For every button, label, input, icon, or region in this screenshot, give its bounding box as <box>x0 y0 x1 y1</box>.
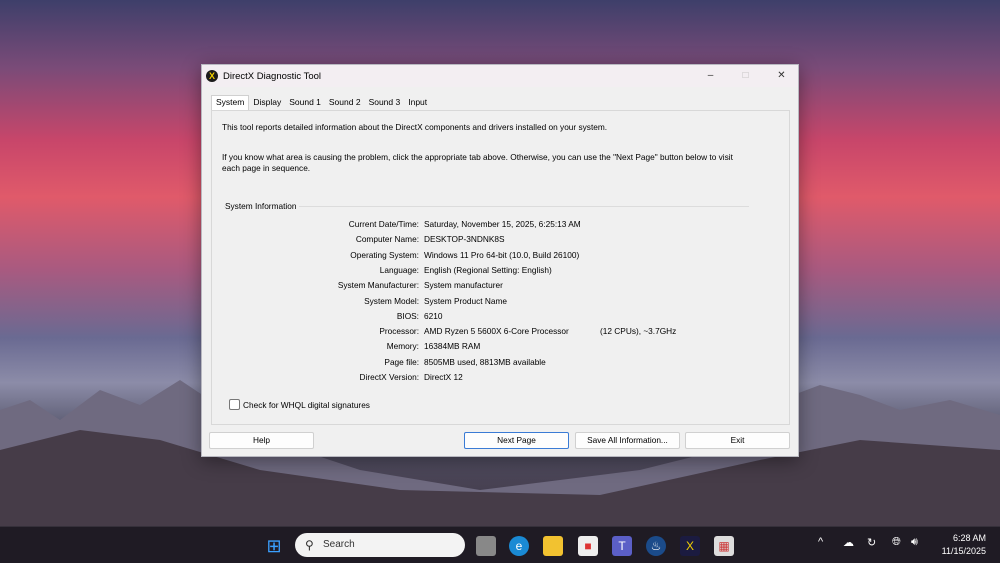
minimize-button[interactable]: – <box>692 65 729 87</box>
info-value-extra: (12 CPUs), ~3.7GHz <box>600 326 677 337</box>
file-explorer-icon[interactable] <box>543 536 563 556</box>
time: 6:28 AM <box>952 533 986 543</box>
cloud-icon[interactable]: ☁ <box>843 536 854 549</box>
dxdiag-taskbar-icon[interactable]: X <box>680 536 700 556</box>
info-value: Saturday, November 15, 2025, 6:25:13 AM <box>424 219 581 229</box>
network-icon[interactable]: 🌐︎ <box>892 536 901 549</box>
maximize-button[interactable]: □ <box>727 65 764 87</box>
tab-system[interactable]: System <box>211 95 250 110</box>
info-value: DESKTOP-3NDNK8S <box>424 234 505 245</box>
info-label: System Model: <box>364 295 419 306</box>
tab-sound-2[interactable]: Sound 2 <box>325 96 365 110</box>
checkbox-box[interactable] <box>229 399 240 410</box>
tab-sound-3[interactable]: Sound 3 <box>365 96 405 110</box>
close-button[interactable]: ✕ <box>763 65 800 87</box>
info-label: Language: <box>379 264 419 275</box>
task-view-icon[interactable] <box>476 536 496 556</box>
intro-text: This tool reports detailed information a… <box>222 122 608 132</box>
edge-icon[interactable]: e <box>509 536 529 556</box>
volume-icon[interactable]: 🔊︎ <box>911 536 918 549</box>
info-label: Memory: <box>386 341 419 352</box>
dxdiag-window: X DirectX Diagnostic Tool – □ ✕ System D… <box>201 64 799 457</box>
info-value: Windows 11 Pro 64-bit (10.0, Build 26100… <box>424 249 580 260</box>
date: 11/15/2025 <box>941 546 986 556</box>
chevron-up-icon[interactable]: ^ <box>818 536 823 548</box>
save-all-information-button[interactable]: Save All Information... <box>575 432 680 449</box>
help-button[interactable]: Help <box>209 432 314 449</box>
exit-button[interactable]: Exit <box>685 432 790 449</box>
info-label: Operating System: <box>350 249 419 260</box>
clock[interactable]: 6:28 AM 11/15/2025 <box>942 532 986 558</box>
tab-sound-1[interactable]: Sound 1 <box>285 96 325 110</box>
sync-icon[interactable]: ↻ <box>867 536 876 549</box>
next-page-button[interactable]: Next Page <box>464 432 569 449</box>
group-divider <box>224 206 749 207</box>
info-value: DirectX 12 <box>424 372 463 382</box>
info-value: 16384MB RAM <box>424 341 481 352</box>
tab-display[interactable]: Display <box>249 96 285 110</box>
search-placeholder: Search <box>323 539 355 550</box>
whql-label: Check for WHQL digital signatures <box>243 399 370 410</box>
system-information-heading: System Information <box>225 201 300 211</box>
info-value: System Product Name <box>424 295 507 306</box>
directx-icon: X <box>206 70 218 82</box>
info-value: System manufacturer <box>424 280 503 291</box>
store-icon[interactable]: ■ <box>578 536 598 556</box>
info-label: Computer Name: <box>355 234 419 245</box>
whql-checkbox[interactable]: Check for WHQL digital signatures <box>229 399 370 410</box>
info-label: BIOS: <box>396 310 419 321</box>
info-value: English (Regional Setting: English) <box>424 264 552 275</box>
teams-icon[interactable]: T <box>612 536 632 556</box>
steam-icon[interactable]: ♨ <box>646 536 666 556</box>
info-label: DirectX Version: <box>359 372 419 382</box>
taskbar: ⊞ ⚲ Search e ■ T ♨ X ▦ ^ ☁ ↻ 🌐︎ 🔊︎ 6:28 A… <box>0 526 1000 563</box>
tab-input[interactable]: Input <box>404 96 431 110</box>
taskbar-search[interactable]: ⚲ Search <box>295 533 465 557</box>
info-value: AMD Ryzen 5 5600X 6-Core Processor <box>424 326 569 337</box>
instructions-text: If you know what area is causing the pro… <box>222 152 733 162</box>
info-label: System Manufacturer: <box>337 280 419 291</box>
app-icon[interactable]: ▦ <box>714 536 734 556</box>
window-title: DirectX Diagnostic Tool <box>223 70 322 82</box>
info-value: 8505MB used, 8813MB available <box>424 356 546 367</box>
instructions-text-2: each page in sequence. <box>222 163 311 173</box>
info-label: Processor: <box>379 326 419 337</box>
info-value: 6210 <box>424 310 443 321</box>
info-label: Current Date/Time: <box>348 219 419 229</box>
system-tab-panel: This tool reports detailed information a… <box>211 110 790 425</box>
info-label: Page file: <box>384 356 419 367</box>
windows-start-icon[interactable]: ⊞ <box>264 536 284 556</box>
search-icon: ⚲ <box>305 538 314 552</box>
